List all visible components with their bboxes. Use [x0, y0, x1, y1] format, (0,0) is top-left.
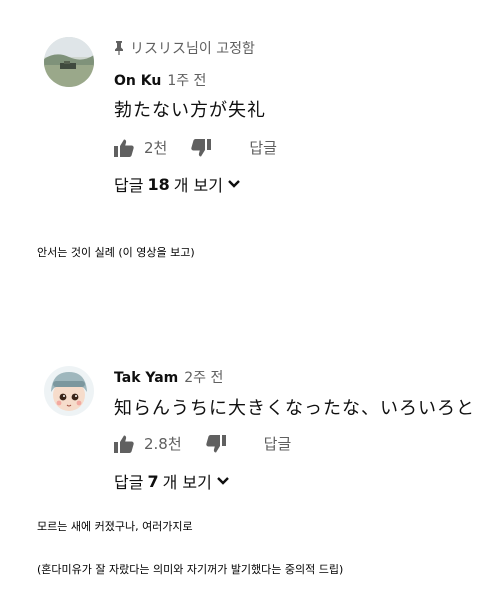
- view-replies-button[interactable]: 답글 18 개 보기: [114, 172, 241, 196]
- replies-suffix: 개 보기: [173, 176, 223, 195]
- chevron-down-icon: [216, 476, 230, 486]
- comment-header: On Ku 1주 전: [114, 70, 206, 90]
- replies-suffix: 개 보기: [162, 473, 212, 492]
- chevron-down-icon: [227, 179, 241, 189]
- like-count: 2천: [144, 139, 168, 157]
- caption: (혼다미유가 잘 자랐다는 의미와 자기꺼가 발기했다는 중의적 드립): [37, 563, 344, 576]
- reply-button[interactable]: 답글: [264, 433, 292, 454]
- comment-actions: 2천 답글: [114, 137, 277, 158]
- comment-time[interactable]: 1주 전: [167, 70, 206, 90]
- thumbs-down-icon[interactable]: [205, 434, 226, 453]
- replies-prefix: 답글: [114, 176, 144, 195]
- replies-prefix: 답글: [114, 473, 144, 492]
- comment-author[interactable]: Tak Yam: [114, 370, 178, 386]
- caption: 모르는 새에 커졌구나, 여러가지로: [37, 520, 193, 533]
- avatar[interactable]: [44, 366, 94, 416]
- comment-text: 勃たない方が失礼: [114, 100, 266, 121]
- caption: 안서는 것이 실례 (이 영상을 보고): [37, 246, 195, 259]
- comment-text: 知らんうちに大きくなったな、いろいろと: [114, 398, 475, 419]
- comment-author[interactable]: On Ku: [114, 73, 161, 89]
- pin-icon: [114, 41, 124, 55]
- thumbs-up-icon[interactable]: [114, 139, 134, 157]
- pinned-label-text: リスリス님이 고정함: [130, 41, 255, 57]
- like-count: 2.8천: [144, 435, 182, 453]
- replies-count: 7: [147, 471, 159, 491]
- comment-header: Tak Yam 2주 전: [114, 367, 223, 387]
- comment-actions: 2.8천 답글: [114, 433, 291, 454]
- reply-button[interactable]: 답글: [249, 137, 277, 158]
- avatar[interactable]: [44, 37, 94, 87]
- replies-count: 18: [147, 174, 170, 194]
- pinned-label: リスリス님이 고정함: [114, 38, 255, 58]
- thumbs-up-icon[interactable]: [114, 435, 134, 453]
- comment-time[interactable]: 2주 전: [184, 367, 223, 387]
- thumbs-down-icon[interactable]: [191, 138, 212, 157]
- view-replies-button[interactable]: 답글 7개 보기: [114, 469, 230, 493]
